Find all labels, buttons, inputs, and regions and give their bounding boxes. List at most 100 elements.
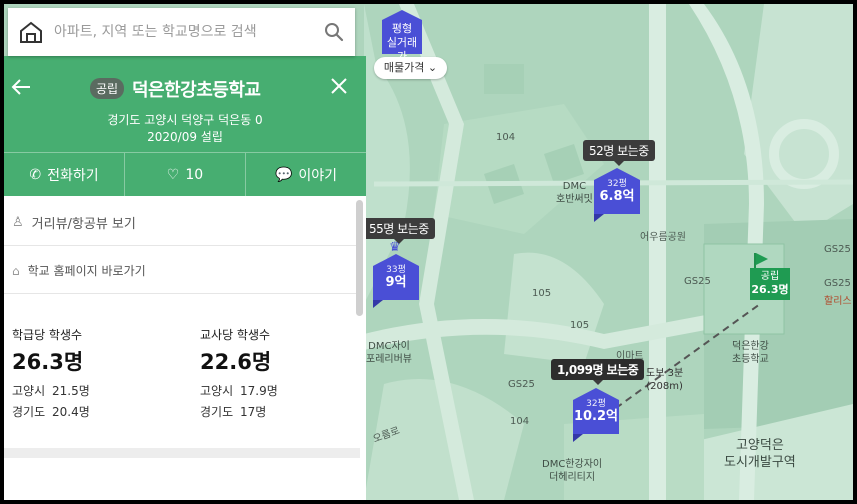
viewer-count-badge: 55명 보는중 bbox=[363, 218, 435, 244]
search-icon[interactable] bbox=[324, 22, 344, 42]
talk-button[interactable]: 💬 이야기 bbox=[246, 153, 366, 196]
house-icon: ⌂ bbox=[12, 263, 20, 278]
listing-size: 32평 bbox=[586, 399, 606, 409]
per-teacher-value: 22.6명 bbox=[200, 350, 272, 374]
scrollbar[interactable] bbox=[356, 200, 363, 316]
per-class-value: 26.3명 bbox=[12, 350, 84, 374]
school-name: 덕은한강초등학교 bbox=[132, 80, 261, 101]
walking-distance-label: 도보 3분 (208m) bbox=[646, 367, 683, 393]
listing-body: 32평 10.2억 bbox=[573, 399, 619, 434]
call-button[interactable]: ✆ 전화하기 bbox=[4, 153, 125, 196]
home-icon[interactable] bbox=[19, 21, 43, 43]
school-marker[interactable]: 공립 26.3명 bbox=[750, 268, 790, 300]
per-class-title: 학급당 학생수 bbox=[12, 328, 83, 342]
map-label-bldg-104: 104 bbox=[496, 132, 516, 143]
panel-header: 공립 덕은한강초등학교 경기도 고양시 덕양구 덕은동 0 2020/09 설립… bbox=[4, 56, 366, 196]
walking-time: 도보 3분 bbox=[646, 368, 684, 379]
map-label-school-1: 덕은한강 bbox=[732, 341, 769, 352]
walking-meters: (208m) bbox=[646, 381, 683, 392]
map-label-heritage: 더헤리티지 bbox=[549, 472, 596, 483]
per-class-region: 고양시 bbox=[12, 384, 46, 398]
map-label-bldg-104b: 104 bbox=[510, 416, 530, 427]
section-divider bbox=[4, 448, 360, 458]
map-label-gs25-b: GS25 bbox=[684, 276, 711, 287]
call-label: 전화하기 bbox=[47, 167, 99, 184]
listing-marker-3[interactable]: 32평 10.2억 bbox=[573, 388, 619, 442]
per-teacher-region-value: 17명 bbox=[240, 405, 267, 419]
school-established: 2020/09 설립 bbox=[147, 130, 223, 144]
listing-size: 32평 bbox=[607, 179, 627, 189]
school-marker-value: 26.3명 bbox=[751, 283, 789, 296]
back-arrow-icon[interactable] bbox=[10, 76, 32, 98]
search-bar bbox=[8, 8, 355, 56]
like-count: 10 bbox=[185, 166, 204, 183]
like-button[interactable]: ♡ 10 bbox=[125, 153, 246, 196]
map-label-school-2: 초등학교 bbox=[732, 354, 769, 365]
listing-body: 32평 6.8억 bbox=[594, 179, 640, 214]
close-icon[interactable] bbox=[329, 76, 349, 96]
map-label-gs25-d: GS25 bbox=[824, 278, 851, 289]
price-filter-button[interactable]: 매물가격 ⌄ bbox=[374, 57, 447, 79]
listing-price: 9억 bbox=[385, 275, 407, 290]
map-label-dmc-xi: DMC자이 bbox=[368, 341, 410, 352]
map-label-dmc-hangang: DMC한강자이 bbox=[542, 459, 603, 470]
map-label-gs25-a: GS25 bbox=[824, 244, 851, 255]
map-label-dmc: DMC bbox=[562, 181, 587, 192]
speech-bubble-icon: 💬 bbox=[274, 166, 293, 183]
per-teacher-region: 경기도 bbox=[200, 405, 234, 419]
map-label-forest-riverview: 포레리버뷰 bbox=[366, 354, 412, 365]
listing-tail bbox=[373, 300, 383, 308]
map-poi-dmc-heritage: DMC한강자이 더헤리티지 bbox=[542, 458, 602, 484]
listing-tail bbox=[573, 434, 583, 442]
school-type-tag: 공립 bbox=[90, 78, 125, 99]
homepage-link[interactable]: ⌂ 학교 홈페이지 바로가기 bbox=[4, 248, 360, 294]
map-poi-school: 덕은한강 초등학교 bbox=[732, 340, 769, 366]
map-label-hoban: 호반써밋 bbox=[556, 194, 593, 205]
school-address: 경기도 고양시 덕양구 덕은동 0 bbox=[107, 113, 263, 127]
phone-icon: ✆ bbox=[29, 166, 42, 183]
person-icon: ♙ bbox=[12, 215, 24, 230]
per-teacher-region-value: 17.9명 bbox=[240, 384, 278, 398]
heart-icon: ♡ bbox=[166, 166, 180, 183]
listing-marker-2[interactable]: 33평 9억 bbox=[373, 254, 419, 308]
school-marker-type: 공립 bbox=[760, 271, 780, 282]
viewer-count-badge: 1,099명 보는중 bbox=[551, 359, 645, 385]
listing-price: 6.8억 bbox=[599, 189, 635, 204]
action-bar: ✆ 전화하기 ♡ 10 💬 이야기 bbox=[4, 152, 366, 196]
listing-tail bbox=[594, 214, 604, 222]
price-filter-label: 매물가격 bbox=[383, 61, 425, 74]
listing-marker-1[interactable]: 32평 6.8억 bbox=[594, 168, 640, 222]
per-teacher-title: 교사당 학생수 bbox=[200, 328, 271, 342]
filter-pin-button[interactable]: 평형 실거래가 bbox=[382, 10, 422, 63]
map-poi-dmc-hoban: DMC 호반써밋 bbox=[556, 180, 593, 206]
street-view-link[interactable]: ♙ 거리뷰/항공뷰 보기 bbox=[4, 200, 360, 246]
search-input[interactable] bbox=[54, 20, 314, 44]
per-class-region-value: 20.4명 bbox=[52, 405, 90, 419]
school-detail-panel: 공립 덕은한강초등학교 경기도 고양시 덕양구 덕은동 0 2020/09 설립… bbox=[4, 56, 366, 500]
listing-size: 33평 bbox=[386, 265, 406, 275]
talk-label: 이야기 bbox=[298, 167, 338, 184]
listing-body: 33평 9억 bbox=[373, 265, 419, 300]
per-class-region: 경기도 bbox=[12, 405, 46, 419]
map-label-district: 고양덕은 도시개발구역 bbox=[724, 437, 796, 471]
filter-pin-roof bbox=[382, 10, 422, 20]
map-label-park: 어우름공원 bbox=[640, 232, 686, 243]
filter-pin-body: 평형 실거래가 bbox=[382, 20, 422, 63]
crown-icon: ♛ bbox=[389, 240, 401, 255]
per-teacher-region: 고양시 bbox=[200, 384, 234, 398]
map-label-gs25-c: GS25 bbox=[508, 379, 535, 390]
map-label-district-2: 도시개발구역 bbox=[724, 455, 796, 470]
street-view-label: 거리뷰/항공뷰 보기 bbox=[31, 217, 136, 232]
map-poi-dmc-xi: DMC자이 포레리버뷰 bbox=[366, 340, 412, 366]
per-class-region-value: 21.5명 bbox=[52, 384, 90, 398]
filter-pin-line1: 평형 bbox=[391, 22, 413, 35]
app-frame: 104 105 105 104 DMC 호반써밋 어우름공원 GS25 GS25… bbox=[4, 4, 853, 500]
flag-cloth bbox=[756, 253, 768, 265]
map-label-halis: 할리스 bbox=[824, 296, 852, 307]
viewer-count-badge: 52명 보는중 bbox=[583, 140, 655, 166]
map-label-district-1: 고양덕은 bbox=[735, 438, 784, 453]
map-label-bldg-105: 105 bbox=[532, 288, 552, 299]
chevron-down-icon: ⌄ bbox=[427, 61, 438, 74]
map-label-bldg-105b: 105 bbox=[570, 320, 590, 331]
listing-price: 10.2억 bbox=[573, 409, 619, 424]
